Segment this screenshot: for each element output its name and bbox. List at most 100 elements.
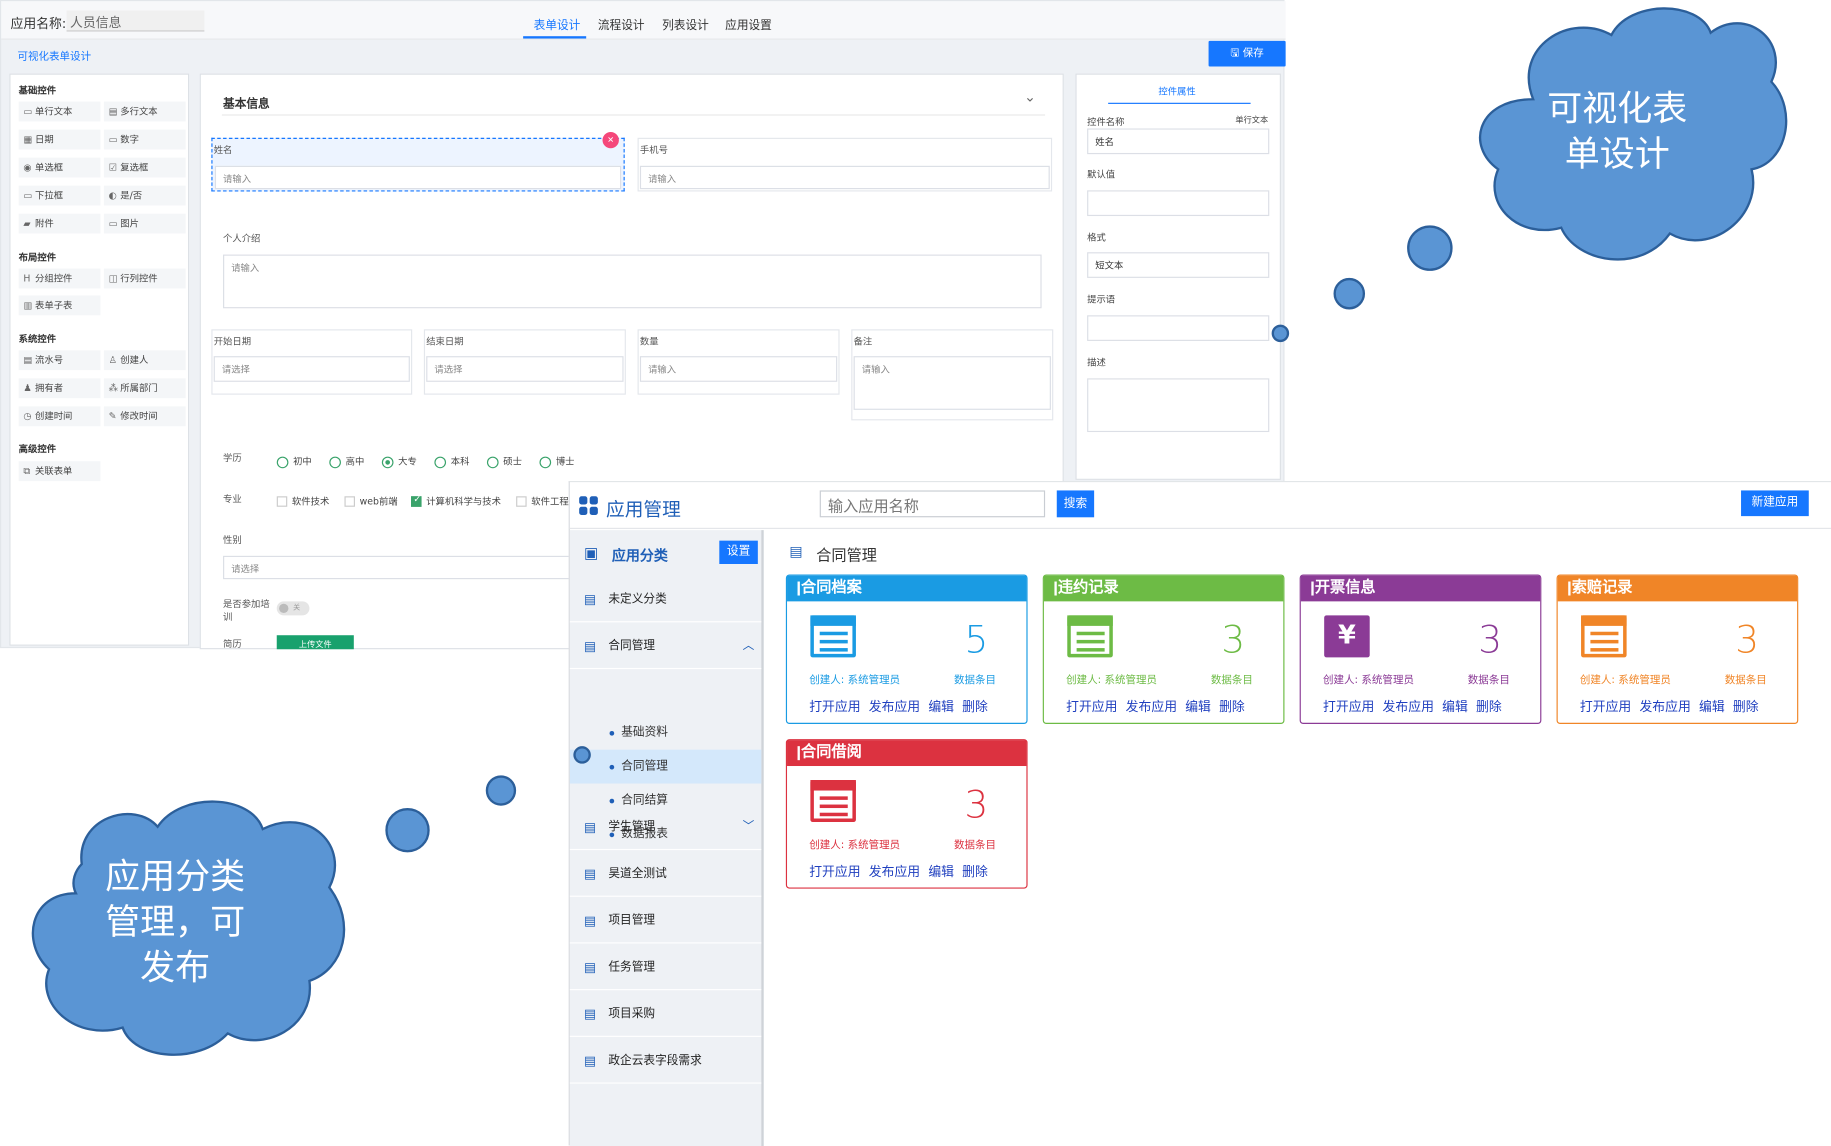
chevron-down-icon[interactable]: ⌄ bbox=[1024, 89, 1036, 105]
ctl-checkbox[interactable]: ☑ 复选框 bbox=[103, 157, 186, 178]
radio-circle bbox=[434, 455, 447, 468]
prop-name-input[interactable]: 姓名 bbox=[1087, 128, 1270, 155]
delete-link[interactable]: 删除 bbox=[1733, 699, 1759, 714]
search-button[interactable]: 搜索 bbox=[1056, 490, 1095, 518]
open-app-link[interactable]: 打开应用 bbox=[809, 699, 860, 714]
prop-label-default: 默认值 bbox=[1087, 169, 1116, 180]
radio-edu-1[interactable]: 高中 bbox=[329, 455, 364, 468]
name-input[interactable]: 请输入 bbox=[214, 165, 622, 190]
gender-select[interactable]: 请选择 bbox=[223, 555, 574, 580]
tab-list-design[interactable]: 列表设计 bbox=[662, 15, 709, 33]
tab-flow-design[interactable]: 流程设计 bbox=[598, 15, 645, 33]
sidebar-item-haodao[interactable]: ▤ 昊道全测试 bbox=[569, 851, 762, 897]
sidebar-item-gov-cloud[interactable]: ▤ 政企云表字段需求 bbox=[569, 1038, 762, 1084]
delete-link[interactable]: 删除 bbox=[962, 699, 988, 714]
edit-link[interactable]: 编辑 bbox=[928, 864, 954, 879]
publish-app-link[interactable]: 发布应用 bbox=[869, 864, 920, 879]
app-card[interactable]: 索赔记录 3 创建人: 系统管理员 数据条目 打开应用 发布应用 编辑 删除 bbox=[1556, 574, 1799, 724]
settings-button[interactable]: 设置 bbox=[719, 540, 758, 564]
start-date-input[interactable]: 请选择 bbox=[213, 356, 410, 382]
ctl-group[interactable]: H 分组控件 bbox=[18, 268, 101, 289]
new-app-button[interactable]: 新建应用 bbox=[1741, 490, 1809, 517]
publish-app-link[interactable]: 发布应用 bbox=[1383, 699, 1434, 714]
search-input[interactable]: 输入应用名称 bbox=[819, 490, 1046, 518]
ctl-owner[interactable]: ♟ 拥有者 bbox=[18, 378, 101, 399]
ctl-modified-time[interactable]: ✎ 修改时间 bbox=[103, 406, 186, 427]
prop-default-input[interactable] bbox=[1087, 190, 1270, 217]
sidebar-item-label: 项目管理 bbox=[608, 914, 656, 928]
radio-edu-4[interactable]: 硕士 bbox=[486, 455, 522, 468]
prop-desc-textarea[interactable] bbox=[1087, 378, 1270, 433]
sidebar-item-project[interactable]: ▤ 项目管理 bbox=[569, 898, 762, 944]
edit-link[interactable]: 编辑 bbox=[928, 699, 954, 714]
app-card[interactable]: 违约记录 3 创建人: 系统管理员 数据条目 打开应用 发布应用 编辑 删除 bbox=[1042, 574, 1285, 724]
ctl-creator[interactable]: ♙ 创建人 bbox=[103, 350, 186, 371]
app-name-input[interactable]: 人员信息 bbox=[66, 10, 205, 32]
sidebar-sub-basic[interactable]: 基础资料 bbox=[570, 716, 762, 750]
checkbox-major-2[interactable]: 计算机科学与技术 bbox=[411, 494, 501, 508]
upload-button[interactable]: 上传文件 bbox=[276, 635, 354, 650]
radio-edu-3[interactable]: 本科 bbox=[434, 455, 469, 468]
checkbox-major-1[interactable]: web前端 bbox=[344, 495, 398, 508]
edit-link[interactable]: 编辑 bbox=[1699, 699, 1725, 714]
ctl-image[interactable]: ▭ 图片 bbox=[103, 213, 186, 234]
card-actions: 打开应用 发布应用 编辑 删除 bbox=[809, 862, 996, 881]
sidebar-item-purchase[interactable]: ▤ 项目采购 bbox=[569, 991, 762, 1037]
app-card[interactable]: 开票信息 ¥ 3 创建人: 系统管理员 数据条目 打开应用 发布应用 编辑 删除 bbox=[1299, 574, 1542, 724]
sidebar-item-student[interactable]: ▤ 学生管理 ﹀ bbox=[569, 805, 762, 851]
app-card[interactable]: 合同借阅 3 创建人: 系统管理员 数据条目 打开应用 发布应用 编辑 删除 bbox=[785, 739, 1028, 889]
ctl-single-line[interactable]: ▭ 单行文本 bbox=[18, 101, 101, 122]
tab-control-props[interactable]: 控件属性 bbox=[1158, 85, 1195, 98]
radio-circle bbox=[486, 455, 499, 468]
ctl-subtable[interactable]: ▥ 表单子表 bbox=[18, 295, 101, 316]
ctl-department[interactable]: ⁂ 所属部门 bbox=[103, 378, 186, 399]
app-card[interactable]: 合同档案 5 创建人: 系统管理员 数据条目 打开应用 发布应用 编辑 删除 bbox=[785, 574, 1028, 724]
ctl-multi-line[interactable]: ▤ 多行文本 bbox=[103, 101, 186, 122]
sidebar-item-contract[interactable]: ▤ 合同管理 ︿ bbox=[569, 624, 762, 670]
form-list-icon bbox=[1067, 615, 1113, 658]
open-app-link[interactable]: 打开应用 bbox=[809, 864, 860, 879]
checkbox-major-0[interactable]: 软件技术 bbox=[276, 495, 329, 508]
sidebar-sub-contract[interactable]: 合同管理 bbox=[569, 749, 762, 784]
save-button[interactable]: 🖫 保存 bbox=[1208, 40, 1286, 67]
sidebar-item-task[interactable]: ▤ 任务管理 bbox=[569, 945, 762, 991]
edit-link[interactable]: 编辑 bbox=[1185, 699, 1211, 714]
prop-hint-input[interactable] bbox=[1087, 315, 1270, 341]
radio-edu-0[interactable]: 初中 bbox=[276, 455, 312, 468]
tab-app-settings[interactable]: 应用设置 bbox=[725, 15, 772, 33]
ctl-dropdown[interactable]: ▭ 下拉框 bbox=[18, 185, 101, 206]
delete-link[interactable]: 删除 bbox=[1219, 699, 1245, 714]
qty-input[interactable]: 请输入 bbox=[639, 356, 838, 382]
edit-link[interactable]: 编辑 bbox=[1442, 699, 1468, 714]
sidebar-item-undefined[interactable]: ▤ 未定义分类 bbox=[569, 577, 762, 623]
delete-link[interactable]: 删除 bbox=[962, 864, 988, 879]
ctl-radio[interactable]: ◉ 单选框 bbox=[18, 157, 101, 178]
delete-link[interactable]: 删除 bbox=[1476, 699, 1502, 714]
ctl-date[interactable]: ▦ 日期 bbox=[18, 129, 101, 150]
field-label-training: 是否参加培训 bbox=[223, 599, 270, 623]
intro-textarea[interactable]: 请输入 bbox=[223, 254, 1042, 309]
remark-input[interactable]: 请输入 bbox=[853, 356, 1051, 410]
publish-app-link[interactable]: 发布应用 bbox=[869, 699, 920, 714]
ctl-number[interactable]: ▭ 数字 bbox=[103, 129, 186, 150]
delete-icon[interactable]: ✕ bbox=[602, 131, 619, 149]
ctl-serial[interactable]: ▤ 流水号 bbox=[18, 350, 101, 371]
training-toggle[interactable]: 关 bbox=[276, 601, 310, 616]
publish-app-link[interactable]: 发布应用 bbox=[1639, 699, 1690, 714]
tab-form-design[interactable]: 表单设计 bbox=[534, 15, 581, 33]
ctl-yes-no[interactable]: ◐ 是/否 bbox=[103, 185, 186, 206]
radio-edu-5[interactable]: 博士 bbox=[539, 455, 575, 468]
ctl-row-col[interactable]: ◫ 行列控件 bbox=[103, 268, 186, 289]
ctl-attachment[interactable]: ▰ 附件 bbox=[18, 213, 101, 234]
phone-input[interactable]: 请输入 bbox=[639, 165, 1050, 190]
radio-edu-2[interactable]: 大专 bbox=[381, 455, 417, 468]
checkbox-major-3[interactable]: 软件工程 bbox=[516, 495, 569, 508]
end-date-input[interactable]: 请选择 bbox=[426, 356, 624, 382]
open-app-link[interactable]: 打开应用 bbox=[1580, 699, 1631, 714]
publish-app-link[interactable]: 发布应用 bbox=[1126, 699, 1177, 714]
ctl-created-time[interactable]: ◷ 创建时间 bbox=[18, 406, 101, 427]
open-app-link[interactable]: 打开应用 bbox=[1323, 699, 1374, 714]
prop-format-select[interactable]: 短文本 bbox=[1087, 252, 1270, 278]
open-app-link[interactable]: 打开应用 bbox=[1066, 699, 1117, 714]
ctl-related-form[interactable]: ⧉ 关联表单 bbox=[18, 461, 101, 482]
